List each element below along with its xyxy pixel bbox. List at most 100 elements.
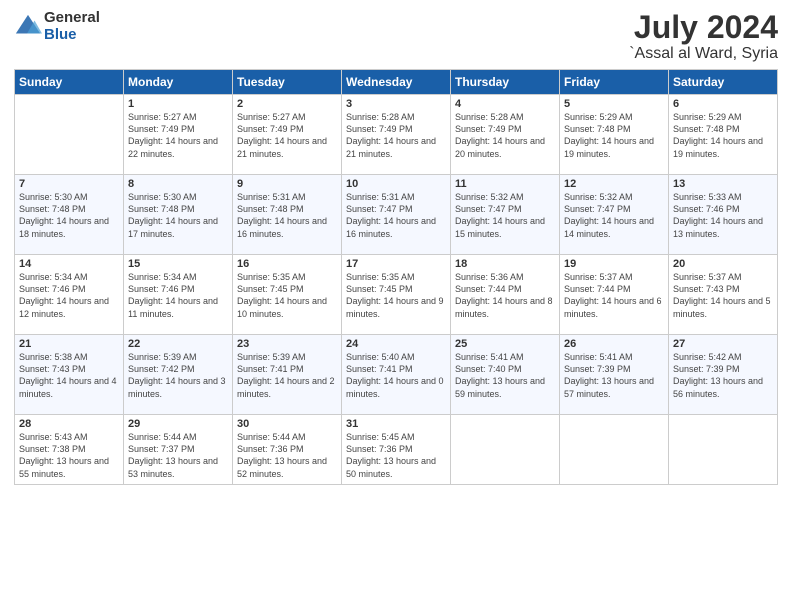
day-number: 1 (128, 98, 228, 110)
col-sunday: Sunday (15, 70, 124, 95)
table-row: 7Sunrise: 5:30 AM Sunset: 7:48 PM Daylig… (15, 175, 124, 255)
table-row (451, 415, 560, 485)
table-row: 23Sunrise: 5:39 AM Sunset: 7:41 PM Dayli… (233, 335, 342, 415)
day-number: 16 (237, 258, 337, 270)
col-wednesday: Wednesday (342, 70, 451, 95)
day-number: 14 (19, 258, 119, 270)
table-row: 18Sunrise: 5:36 AM Sunset: 7:44 PM Dayli… (451, 255, 560, 335)
table-row: 17Sunrise: 5:35 AM Sunset: 7:45 PM Dayli… (342, 255, 451, 335)
cell-info: Sunrise: 5:35 AM Sunset: 7:45 PM Dayligh… (237, 271, 337, 320)
cell-info: Sunrise: 5:34 AM Sunset: 7:46 PM Dayligh… (128, 271, 228, 320)
cell-info: Sunrise: 5:43 AM Sunset: 7:38 PM Dayligh… (19, 431, 119, 480)
table-row: 24Sunrise: 5:40 AM Sunset: 7:41 PM Dayli… (342, 335, 451, 415)
page: General Blue July 2024 `Assal al Ward, S… (0, 0, 792, 612)
main-title: July 2024 (629, 10, 778, 45)
cell-info: Sunrise: 5:37 AM Sunset: 7:43 PM Dayligh… (673, 271, 773, 320)
table-row: 16Sunrise: 5:35 AM Sunset: 7:45 PM Dayli… (233, 255, 342, 335)
table-row: 10Sunrise: 5:31 AM Sunset: 7:47 PM Dayli… (342, 175, 451, 255)
logo-blue: Blue (44, 27, 100, 44)
day-number: 3 (346, 98, 446, 110)
cell-info: Sunrise: 5:27 AM Sunset: 7:49 PM Dayligh… (237, 111, 337, 160)
cell-info: Sunrise: 5:38 AM Sunset: 7:43 PM Dayligh… (19, 351, 119, 400)
cell-info: Sunrise: 5:28 AM Sunset: 7:49 PM Dayligh… (455, 111, 555, 160)
day-number: 26 (564, 338, 664, 350)
cell-info: Sunrise: 5:45 AM Sunset: 7:36 PM Dayligh… (346, 431, 446, 480)
day-number: 13 (673, 178, 773, 190)
cell-info: Sunrise: 5:32 AM Sunset: 7:47 PM Dayligh… (564, 191, 664, 240)
cell-info: Sunrise: 5:41 AM Sunset: 7:39 PM Dayligh… (564, 351, 664, 400)
table-row: 5Sunrise: 5:29 AM Sunset: 7:48 PM Daylig… (560, 95, 669, 175)
calendar-header-row: Sunday Monday Tuesday Wednesday Thursday… (15, 70, 778, 95)
cell-info: Sunrise: 5:30 AM Sunset: 7:48 PM Dayligh… (19, 191, 119, 240)
day-number: 11 (455, 178, 555, 190)
day-number: 6 (673, 98, 773, 110)
cell-info: Sunrise: 5:37 AM Sunset: 7:44 PM Dayligh… (564, 271, 664, 320)
logo: General Blue (14, 10, 100, 43)
cell-info: Sunrise: 5:39 AM Sunset: 7:41 PM Dayligh… (237, 351, 337, 400)
logo-icon (14, 13, 42, 41)
table-row: 9Sunrise: 5:31 AM Sunset: 7:48 PM Daylig… (233, 175, 342, 255)
title-block: July 2024 `Assal al Ward, Syria (629, 10, 778, 63)
day-number: 22 (128, 338, 228, 350)
table-row: 2Sunrise: 5:27 AM Sunset: 7:49 PM Daylig… (233, 95, 342, 175)
cell-info: Sunrise: 5:32 AM Sunset: 7:47 PM Dayligh… (455, 191, 555, 240)
cell-info: Sunrise: 5:33 AM Sunset: 7:46 PM Dayligh… (673, 191, 773, 240)
table-row: 11Sunrise: 5:32 AM Sunset: 7:47 PM Dayli… (451, 175, 560, 255)
col-tuesday: Tuesday (233, 70, 342, 95)
table-row: 8Sunrise: 5:30 AM Sunset: 7:48 PM Daylig… (124, 175, 233, 255)
day-number: 19 (564, 258, 664, 270)
day-number: 27 (673, 338, 773, 350)
cell-info: Sunrise: 5:44 AM Sunset: 7:36 PM Dayligh… (237, 431, 337, 480)
day-number: 5 (564, 98, 664, 110)
table-row: 22Sunrise: 5:39 AM Sunset: 7:42 PM Dayli… (124, 335, 233, 415)
day-number: 30 (237, 418, 337, 430)
cell-info: Sunrise: 5:31 AM Sunset: 7:48 PM Dayligh… (237, 191, 337, 240)
table-row: 6Sunrise: 5:29 AM Sunset: 7:48 PM Daylig… (669, 95, 778, 175)
day-number: 23 (237, 338, 337, 350)
cell-info: Sunrise: 5:29 AM Sunset: 7:48 PM Dayligh… (673, 111, 773, 160)
logo-general: General (44, 10, 100, 27)
day-number: 28 (19, 418, 119, 430)
table-row: 13Sunrise: 5:33 AM Sunset: 7:46 PM Dayli… (669, 175, 778, 255)
day-number: 7 (19, 178, 119, 190)
table-row: 20Sunrise: 5:37 AM Sunset: 7:43 PM Dayli… (669, 255, 778, 335)
day-number: 15 (128, 258, 228, 270)
cell-info: Sunrise: 5:35 AM Sunset: 7:45 PM Dayligh… (346, 271, 446, 320)
table-row: 12Sunrise: 5:32 AM Sunset: 7:47 PM Dayli… (560, 175, 669, 255)
table-row: 1Sunrise: 5:27 AM Sunset: 7:49 PM Daylig… (124, 95, 233, 175)
day-number: 10 (346, 178, 446, 190)
table-row: 31Sunrise: 5:45 AM Sunset: 7:36 PM Dayli… (342, 415, 451, 485)
day-number: 17 (346, 258, 446, 270)
cell-info: Sunrise: 5:34 AM Sunset: 7:46 PM Dayligh… (19, 271, 119, 320)
table-row: 4Sunrise: 5:28 AM Sunset: 7:49 PM Daylig… (451, 95, 560, 175)
day-number: 25 (455, 338, 555, 350)
cell-info: Sunrise: 5:39 AM Sunset: 7:42 PM Dayligh… (128, 351, 228, 400)
table-row: 25Sunrise: 5:41 AM Sunset: 7:40 PM Dayli… (451, 335, 560, 415)
table-row: 28Sunrise: 5:43 AM Sunset: 7:38 PM Dayli… (15, 415, 124, 485)
day-number: 29 (128, 418, 228, 430)
cell-info: Sunrise: 5:29 AM Sunset: 7:48 PM Dayligh… (564, 111, 664, 160)
table-row: 29Sunrise: 5:44 AM Sunset: 7:37 PM Dayli… (124, 415, 233, 485)
subtitle: `Assal al Ward, Syria (629, 45, 778, 63)
day-number: 18 (455, 258, 555, 270)
day-number: 8 (128, 178, 228, 190)
day-number: 4 (455, 98, 555, 110)
table-row: 21Sunrise: 5:38 AM Sunset: 7:43 PM Dayli… (15, 335, 124, 415)
day-number: 12 (564, 178, 664, 190)
cell-info: Sunrise: 5:30 AM Sunset: 7:48 PM Dayligh… (128, 191, 228, 240)
day-number: 2 (237, 98, 337, 110)
cell-info: Sunrise: 5:36 AM Sunset: 7:44 PM Dayligh… (455, 271, 555, 320)
table-row: 14Sunrise: 5:34 AM Sunset: 7:46 PM Dayli… (15, 255, 124, 335)
day-number: 24 (346, 338, 446, 350)
col-friday: Friday (560, 70, 669, 95)
cell-info: Sunrise: 5:28 AM Sunset: 7:49 PM Dayligh… (346, 111, 446, 160)
table-row (560, 415, 669, 485)
table-row (669, 415, 778, 485)
table-row: 27Sunrise: 5:42 AM Sunset: 7:39 PM Dayli… (669, 335, 778, 415)
cell-info: Sunrise: 5:42 AM Sunset: 7:39 PM Dayligh… (673, 351, 773, 400)
table-row: 15Sunrise: 5:34 AM Sunset: 7:46 PM Dayli… (124, 255, 233, 335)
logo-text: General Blue (44, 10, 100, 43)
col-monday: Monday (124, 70, 233, 95)
calendar-table: Sunday Monday Tuesday Wednesday Thursday… (14, 69, 778, 485)
day-number: 21 (19, 338, 119, 350)
